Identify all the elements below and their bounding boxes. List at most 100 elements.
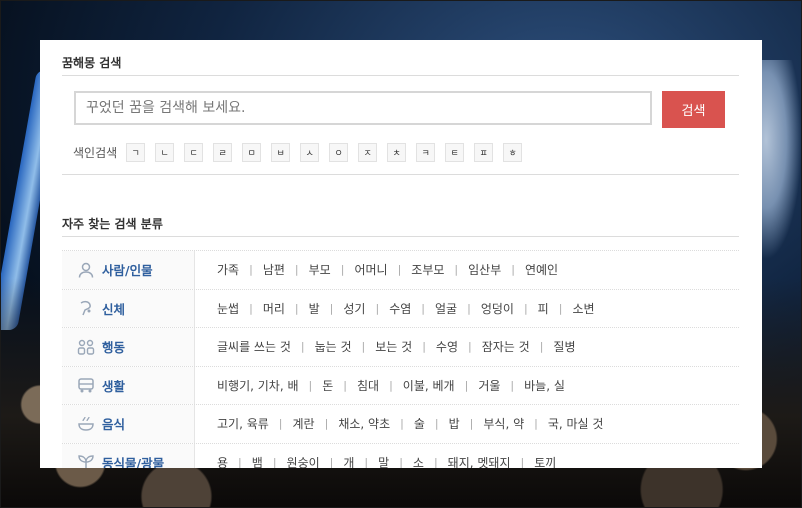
index-key[interactable]: ㅂ xyxy=(271,143,291,162)
category-item-link[interactable]: 이불, 베개 xyxy=(403,377,455,394)
separator: | xyxy=(300,340,305,354)
separator: | xyxy=(238,455,242,468)
category-item-link[interactable]: 바늘, 실 xyxy=(524,377,565,394)
category-item-link[interactable]: 발 xyxy=(309,300,320,317)
category-item-link[interactable]: 밥 xyxy=(449,415,460,432)
body-icon xyxy=(76,298,96,318)
category-item-link[interactable]: 개 xyxy=(343,454,354,468)
category-row: 음식 고기, 육류 | 계란 | 채소, 약초 | 술 | 밥 | 부식, 약 | 국, 마실 것 xyxy=(62,405,739,444)
category-item-link[interactable]: 잠자는 것 xyxy=(482,338,530,355)
separator: | xyxy=(399,455,403,468)
category-item-link[interactable]: 원숭이 xyxy=(287,454,320,468)
category-header: 행동 xyxy=(62,328,195,366)
category-label[interactable]: 음식 xyxy=(102,414,125,433)
index-key[interactable]: ㄷ xyxy=(184,143,204,162)
category-item-link[interactable]: 고기, 육류 xyxy=(217,415,269,432)
category-item-link[interactable]: 연예인 xyxy=(525,261,558,278)
category-item-link[interactable]: 소변 xyxy=(572,300,594,317)
index-key[interactable]: ㅅ xyxy=(300,143,320,162)
category-item-link[interactable]: 어머니 xyxy=(354,261,387,278)
index-key[interactable]: ㅎ xyxy=(503,143,523,162)
divider xyxy=(62,75,739,76)
category-item-link[interactable]: 토끼 xyxy=(534,454,556,468)
separator: | xyxy=(364,455,369,468)
index-search-label: 색인검색 xyxy=(73,146,118,160)
category-label[interactable]: 동식물/광물 xyxy=(102,453,164,468)
category-label[interactable]: 신체 xyxy=(102,299,125,318)
category-label[interactable]: 사람/인물 xyxy=(102,260,153,279)
index-key[interactable]: ㅌ xyxy=(445,143,465,162)
index-key[interactable]: ㅊ xyxy=(387,143,407,162)
category-item-link[interactable]: 부식, 약 xyxy=(483,415,524,432)
index-key[interactable]: ㄱ xyxy=(126,143,146,162)
category-items: 비행기, 기차, 배 | 돈 | 침대 | 이불, 베개 | 거울 | 바늘, 실 xyxy=(195,367,565,405)
index-key[interactable]: ㄴ xyxy=(155,143,175,162)
category-item-link[interactable]: 남편 xyxy=(263,261,285,278)
divider xyxy=(62,174,739,175)
category-item-link[interactable]: 가족 xyxy=(217,261,239,278)
category-item-link[interactable]: 비행기, 기차, 배 xyxy=(217,377,299,394)
category-item-link[interactable]: 채소, 약초 xyxy=(338,415,390,432)
category-item-link[interactable]: 성기 xyxy=(343,300,365,317)
category-item-link[interactable]: 침대 xyxy=(357,377,379,394)
category-item-link[interactable]: 용 xyxy=(217,454,228,468)
category-header: 사람/인물 xyxy=(62,251,195,289)
category-item-link[interactable]: 보는 것 xyxy=(375,338,412,355)
category-items: 가족 | 남편 | 부모 | 어머니 | 조부모 | 임산부 | 연예인 xyxy=(195,251,558,289)
dream-search-panel: 꿈해몽 검색 검색 색인검색 ㄱㄴㄷㄹㅁㅂㅅㅇㅈㅊㅋㅌㅍㅎ 자주 찾는 검색 분… xyxy=(40,40,762,468)
separator: | xyxy=(294,263,299,277)
separator: | xyxy=(340,263,345,277)
category-item-link[interactable]: 거울 xyxy=(478,377,500,394)
separator: | xyxy=(523,301,528,315)
category-item-link[interactable]: 국, 마실 것 xyxy=(548,415,604,432)
category-item-link[interactable]: 술 xyxy=(414,415,425,432)
category-item-link[interactable]: 피 xyxy=(538,300,549,317)
category-item-link[interactable]: 뱀 xyxy=(252,454,263,468)
category-header: 신체 xyxy=(62,289,195,327)
separator: | xyxy=(308,378,313,392)
category-item-link[interactable]: 돼지, 멧돼지 xyxy=(448,454,511,468)
category-item-link[interactable]: 조부모 xyxy=(411,261,444,278)
index-key[interactable]: ㅈ xyxy=(358,143,378,162)
search-button[interactable]: 검색 xyxy=(662,91,725,128)
category-item-link[interactable]: 눕는 것 xyxy=(315,338,352,355)
category-label[interactable]: 생활 xyxy=(102,376,125,395)
search-input[interactable] xyxy=(74,91,652,125)
category-item-link[interactable]: 계란 xyxy=(293,415,315,432)
index-key[interactable]: ㅁ xyxy=(242,143,262,162)
category-item-link[interactable]: 얼굴 xyxy=(435,300,457,317)
category-item-link[interactable]: 소 xyxy=(413,454,424,468)
category-section-title: 자주 찾는 검색 분류 xyxy=(62,217,163,231)
separator: | xyxy=(278,417,283,431)
index-keys: ㄱㄴㄷㄹㅁㅂㅅㅇㅈㅊㅋㅌㅍㅎ xyxy=(126,143,532,162)
separator: | xyxy=(464,378,469,392)
category-item-link[interactable]: 돈 xyxy=(322,377,333,394)
separator: | xyxy=(400,417,404,431)
separator: | xyxy=(272,455,277,468)
category-item-link[interactable]: 엉덩이 xyxy=(481,300,514,317)
food-icon xyxy=(76,414,96,434)
category-item-link[interactable]: 말 xyxy=(378,454,389,468)
separator: | xyxy=(249,301,253,315)
category-row: 행동 글씨를 쓰는 것 | 눕는 것 | 보는 것 | 수영 | 잠자는 것 | 질병 xyxy=(62,328,739,367)
category-item-link[interactable]: 눈썹 xyxy=(217,300,239,317)
separator: | xyxy=(324,417,329,431)
divider xyxy=(62,236,739,237)
people-icon xyxy=(76,337,96,357)
index-key[interactable]: ㅇ xyxy=(329,143,349,162)
category-item-link[interactable]: 질병 xyxy=(553,338,575,355)
category-row: 생활 비행기, 기차, 배 | 돈 | 침대 | 이불, 베개 | 거울 | 바늘, 실 xyxy=(62,366,739,405)
category-item-link[interactable]: 머리 xyxy=(263,300,285,317)
plant-icon xyxy=(76,452,96,468)
category-label[interactable]: 행동 xyxy=(102,337,125,356)
index-key[interactable]: ㄹ xyxy=(213,143,233,162)
separator: | xyxy=(343,378,347,392)
category-item-link[interactable]: 글씨를 쓰는 것 xyxy=(217,338,291,355)
category-item-link[interactable]: 수영 xyxy=(436,338,458,355)
index-key[interactable]: ㅋ xyxy=(416,143,436,162)
category-item-link[interactable]: 임산부 xyxy=(468,261,501,278)
index-key[interactable]: ㅍ xyxy=(474,143,494,162)
category-item-link[interactable]: 수염 xyxy=(389,300,411,317)
separator: | xyxy=(539,340,544,354)
category-item-link[interactable]: 부모 xyxy=(309,261,331,278)
